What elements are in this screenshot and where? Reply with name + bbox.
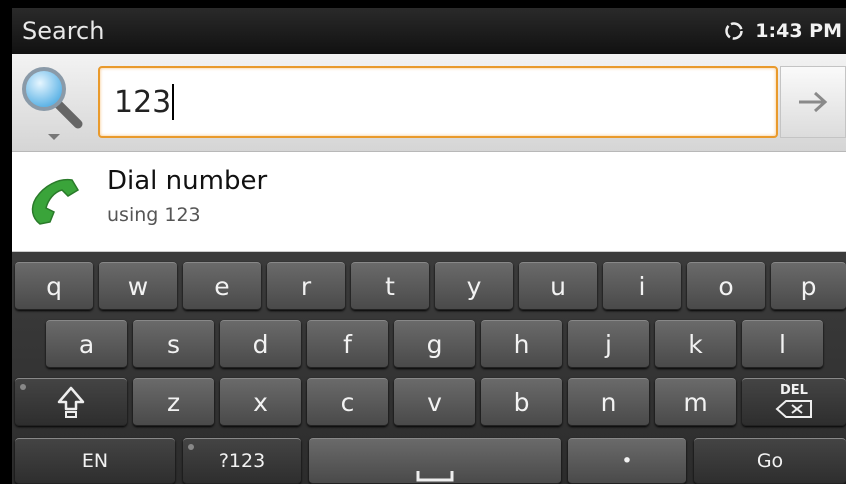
- key-a[interactable]: a: [46, 320, 127, 368]
- suggestion-subtitle: using 123: [107, 204, 201, 226]
- key-y[interactable]: y: [435, 262, 513, 310]
- status-title: Search: [22, 17, 105, 45]
- key-q[interactable]: q: [15, 262, 93, 310]
- soft-keyboard: q w e r t y u i o p a s d f g h j k l z …: [12, 252, 846, 484]
- key-o[interactable]: o: [687, 262, 765, 310]
- space-icon: [416, 471, 454, 482]
- key-p[interactable]: p: [771, 262, 846, 310]
- period-key[interactable]: •: [568, 438, 686, 484]
- key-d[interactable]: d: [220, 320, 301, 368]
- key-v[interactable]: v: [394, 378, 475, 426]
- suggestion-title: Dial number: [107, 166, 268, 196]
- key-j[interactable]: j: [568, 320, 649, 368]
- delete-key[interactable]: DEL: [742, 378, 846, 426]
- status-time: 1:43 PM: [755, 20, 842, 42]
- phone-icon: [31, 178, 80, 225]
- key-t[interactable]: t: [351, 262, 429, 310]
- key-i[interactable]: i: [603, 262, 681, 310]
- key-f[interactable]: f: [307, 320, 388, 368]
- magnifier-icon: [22, 67, 83, 140]
- key-e[interactable]: e: [183, 262, 261, 310]
- key-l[interactable]: l: [742, 320, 823, 368]
- key-u[interactable]: u: [519, 262, 597, 310]
- symbols-indicator: [188, 444, 194, 450]
- status-bar: Search 1:43 PM: [12, 8, 846, 54]
- sync-icon: [725, 22, 744, 40]
- shift-icon: [57, 386, 85, 418]
- delete-label: DEL: [780, 383, 808, 398]
- symbols-label: ?123: [218, 450, 266, 472]
- key-r[interactable]: r: [267, 262, 345, 310]
- language-key[interactable]: EN: [15, 438, 175, 484]
- key-c[interactable]: c: [307, 378, 388, 426]
- key-w[interactable]: w: [99, 262, 177, 310]
- search-source-selector[interactable]: [18, 62, 90, 146]
- arrow-right-icon: [799, 91, 828, 113]
- key-n[interactable]: n: [568, 378, 649, 426]
- shift-key[interactable]: [15, 378, 127, 426]
- text-caret: [172, 84, 175, 120]
- go-key[interactable]: Go: [694, 438, 846, 484]
- search-bar: 123: [12, 54, 846, 152]
- search-query-text: 123: [114, 84, 172, 120]
- key-z[interactable]: z: [133, 378, 214, 426]
- key-k[interactable]: k: [655, 320, 736, 368]
- status-indicators: 1:43 PM: [723, 20, 846, 42]
- key-m[interactable]: m: [655, 378, 736, 426]
- shift-indicator: [20, 384, 26, 390]
- suggestion-dial-number[interactable]: Dial number using 123: [12, 152, 846, 252]
- key-g[interactable]: g: [394, 320, 475, 368]
- key-h[interactable]: h: [481, 320, 562, 368]
- symbols-key[interactable]: ?123: [183, 438, 301, 484]
- space-key[interactable]: [309, 438, 561, 484]
- key-s[interactable]: s: [133, 320, 214, 368]
- key-b[interactable]: b: [481, 378, 562, 426]
- search-go-button[interactable]: [780, 66, 846, 138]
- search-input[interactable]: 123: [98, 66, 778, 138]
- key-x[interactable]: x: [220, 378, 301, 426]
- backspace-icon: [775, 400, 812, 418]
